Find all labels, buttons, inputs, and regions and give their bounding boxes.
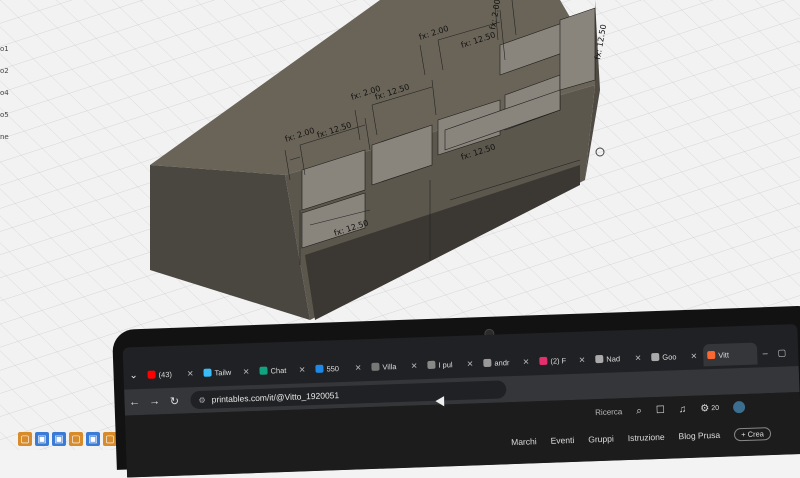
menu-item-blog-prusa[interactable]: Blog Prusa — [678, 430, 720, 441]
tab-favicon-icon — [595, 354, 604, 364]
gear-icon[interactable]: ⚙ — [700, 403, 709, 414]
browser-tab[interactable]: (2) F ✕ — [535, 348, 590, 372]
tab-list-chevron-icon[interactable]: ⌄ — [123, 369, 143, 381]
notification-count: 20 — [711, 404, 720, 412]
tab-favicon-icon — [427, 360, 436, 370]
reload-icon[interactable]: ↻ — [164, 394, 184, 408]
browser-window: ⌄ (43) ✕ Tailw ✕ Chat ✕ 550 ✕ Villa ✕ I pul ✕ … — [122, 324, 800, 478]
tab-favicon-icon — [483, 358, 492, 368]
close-tab-icon[interactable]: ✕ — [628, 353, 641, 362]
back-arrow-icon[interactable]: ← — [124, 396, 144, 409]
tab-favicon-icon — [371, 362, 380, 371]
close-tab-icon[interactable]: ✕ — [516, 357, 529, 366]
minimize-icon[interactable]: – — [762, 348, 767, 359]
close-tab-icon[interactable]: ✕ — [405, 361, 418, 370]
extrude-icon[interactable]: ▣ — [35, 432, 49, 446]
tab-favicon-icon — [651, 352, 660, 362]
laptop-screen: ⌄ (43) ✕ Tailw ✕ Chat ✕ 550 ✕ Villa ✕ I pul ✕ … — [112, 305, 800, 478]
site-info-icon[interactable]: ⚙ — [198, 395, 205, 404]
search-icon[interactable]: ⌕ — [636, 405, 642, 416]
browser-tab[interactable]: Goo ✕ — [647, 344, 702, 368]
search-label[interactable]: Ricerca — [595, 407, 622, 417]
window-controls: – ▢ — [762, 347, 798, 359]
browser-tab[interactable]: 550 ✕ — [311, 356, 366, 380]
extrude-icon[interactable]: ▣ — [86, 432, 100, 446]
browser-tab[interactable]: I pul ✕ — [423, 352, 478, 376]
cad-list-item[interactable]: ne — [0, 126, 16, 148]
cad-list-item[interactable]: o4 — [0, 82, 16, 104]
close-tab-icon[interactable]: ✕ — [684, 351, 697, 360]
menu-item-marchi[interactable]: Marchi — [511, 436, 537, 447]
avatar[interactable] — [732, 400, 746, 414]
menu-item-eventi[interactable]: Eventi — [550, 435, 574, 446]
sketch-icon[interactable]: ▢ — [18, 432, 32, 446]
browser-tab[interactable]: Nad ✕ — [591, 346, 646, 370]
slot-8 — [559, 7, 596, 91]
browser-tab[interactable]: (43) ✕ — [143, 362, 198, 386]
menu-item-gruppi[interactable]: Gruppi — [588, 434, 614, 445]
cad-timeline-toolbar: ▢ ▣ ▣ ▢ ▣ ▢ — [18, 428, 117, 450]
tab-favicon-icon — [147, 370, 156, 379]
close-tab-icon[interactable]: ✕ — [237, 367, 250, 376]
cad-browser-list: o1 o2 o4 o5 ne — [0, 38, 16, 148]
browser-tab[interactable]: Chat ✕ — [255, 358, 310, 382]
url-text: printables.com/it/@Vitto_1920051 — [211, 390, 340, 405]
browser-tab[interactable]: Tailw ✕ — [199, 360, 254, 384]
cad-list-item[interactable]: o5 — [0, 104, 16, 126]
close-tab-icon[interactable]: ✕ — [572, 355, 585, 364]
tab-favicon-icon — [259, 366, 268, 375]
close-tab-icon[interactable]: ✕ — [461, 359, 474, 368]
cad-list-item[interactable]: o2 — [0, 60, 16, 82]
close-tab-icon[interactable]: ✕ — [349, 363, 362, 372]
bell-icon[interactable]: ♫ — [679, 404, 687, 415]
extrude-icon[interactable]: ▣ — [52, 432, 66, 446]
sketch-icon[interactable]: ▢ — [69, 432, 83, 446]
browser-tab[interactable]: Villa ✕ — [367, 354, 422, 378]
maximize-icon[interactable]: ▢ — [777, 347, 786, 358]
create-button[interactable]: + Crea — [733, 426, 772, 441]
tab-favicon-icon — [707, 350, 716, 360]
menu-item-istruzione[interactable]: Istruzione — [628, 432, 665, 443]
chat-icon[interactable]: ☐ — [656, 404, 665, 415]
close-tab-icon[interactable]: ✕ — [293, 365, 306, 374]
close-tab-icon[interactable]: ✕ — [181, 369, 194, 378]
tab-favicon-icon — [315, 364, 324, 373]
tab-favicon-icon — [203, 368, 212, 377]
browser-tab-active[interactable]: Vitt — [702, 342, 758, 367]
browser-tab[interactable]: andr ✕ — [479, 350, 534, 374]
cad-list-item[interactable]: o1 — [0, 38, 16, 60]
tab-favicon-icon — [539, 356, 548, 366]
forward-arrow-icon[interactable]: → — [144, 395, 164, 408]
